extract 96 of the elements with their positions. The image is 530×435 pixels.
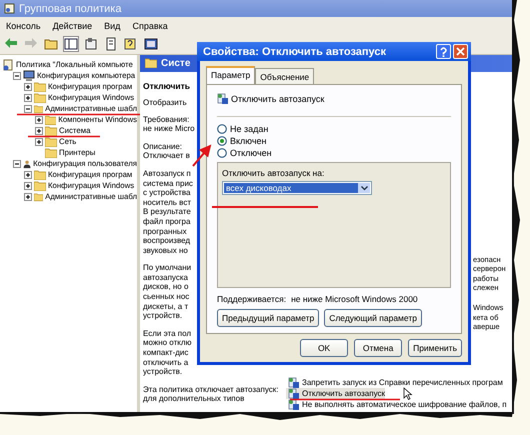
- description-line: В результате: [143, 207, 191, 217]
- radio-option[interactable]: Отключен: [217, 147, 451, 159]
- expand-toggle[interactable]: [35, 116, 43, 124]
- folder-icon: [145, 58, 157, 68]
- group-label: Отключить автозапуск на:: [222, 168, 324, 178]
- policy-icon: [288, 399, 299, 410]
- description-line: устройств.: [143, 367, 182, 377]
- expand-toggle[interactable]: [24, 182, 32, 190]
- help-icon: [439, 46, 448, 56]
- radio-option[interactable]: Включен: [217, 135, 451, 147]
- description-line: для дополнительных типов: [143, 394, 244, 404]
- menu-item[interactable]: Консоль: [6, 20, 41, 30]
- policy-item[interactable]: Отключить автозапуск: [286, 388, 385, 399]
- nav-button[interactable]: Предыдущий параметр: [217, 309, 320, 327]
- cursor-icon: [404, 387, 412, 400]
- folder-icon: [34, 192, 44, 202]
- policy-icon: [217, 93, 228, 104]
- policy-label: Отключить автозапуск: [302, 389, 385, 398]
- folder-icon: [34, 180, 46, 190]
- folder-icon: [34, 82, 46, 92]
- supported-value: не ниже Microsoft Windows 2000: [291, 294, 418, 304]
- description-line: Эта политика отключает автозапуск:: [143, 384, 278, 394]
- description-line: носитель вст: [143, 198, 191, 208]
- expand-toggle[interactable]: [13, 160, 21, 168]
- description-line: отключить а: [143, 358, 188, 368]
- dialog-tab[interactable]: Параметр: [206, 66, 256, 84]
- dialog-tab[interactable]: Объяснение: [255, 68, 314, 84]
- dialog-button[interactable]: OK: [300, 339, 348, 357]
- menu-item[interactable]: Справка: [132, 20, 168, 30]
- expand-toggle[interactable]: [24, 94, 32, 102]
- annotation-line: [28, 136, 100, 138]
- policy-name: Отключить автозапуск: [231, 94, 324, 104]
- description-line: система прис: [143, 178, 193, 188]
- nav-button[interactable]: Следующий параметр: [324, 309, 422, 327]
- description-line: звуковых но: [143, 246, 188, 256]
- user-icon: [23, 158, 32, 170]
- folder-icon: [45, 148, 57, 158]
- pane-title: Систе: [161, 58, 190, 69]
- expand-toggle[interactable]: [24, 170, 32, 178]
- dialog-button[interactable]: Отмена: [354, 339, 402, 357]
- policy-label: Не выполнять автоматическое шифрование файлов, п: [302, 400, 507, 409]
- help-button[interactable]: [436, 44, 451, 59]
- close-button[interactable]: [453, 44, 468, 59]
- folder-icon: [45, 136, 57, 146]
- description-line: компакт-дис: [143, 348, 188, 358]
- toolbar-button[interactable]: [143, 36, 159, 52]
- description-line: Отключает в: [143, 151, 190, 161]
- computer-icon: [23, 70, 35, 82]
- dialog-title: Свойства: Отключить автозапуск: [203, 46, 388, 58]
- expand-toggle[interactable]: [35, 126, 43, 134]
- expand-toggle[interactable]: [35, 138, 43, 146]
- policy-icon: [288, 377, 299, 388]
- dialog-button[interactable]: Применить: [408, 339, 462, 357]
- annotation-arrow: [192, 144, 212, 167]
- window-title: Групповая политика: [19, 2, 122, 14]
- folder-icon: [34, 170, 46, 180]
- description-line: програнных: [143, 226, 187, 236]
- app-icon: [4, 3, 15, 14]
- policy-item[interactable]: Запретить запуск из Справки перечисленных програм: [286, 377, 503, 388]
- description-line: автозапуска: [143, 272, 188, 282]
- close-icon: [456, 47, 465, 56]
- radio-option[interactable]: Не задан: [217, 123, 451, 135]
- description-title: Отключить: [143, 80, 192, 91]
- description-line: Автозапуск п: [143, 168, 191, 179]
- supported-label: Поддерживается:: [217, 294, 286, 304]
- description-line: По умолчани: [143, 263, 192, 273]
- description-line: с устройства: [143, 188, 190, 198]
- description-line: воспроизвед: [143, 236, 190, 246]
- policy-icon: [288, 388, 299, 399]
- description-line: не ниже Micro: [143, 124, 195, 134]
- toolbar-button[interactable]: [63, 36, 79, 52]
- toolbar-button[interactable]: [83, 36, 99, 52]
- folder-icon: [45, 126, 57, 136]
- description-line: Если эта пол: [143, 328, 192, 338]
- expand-toggle[interactable]: [24, 104, 32, 112]
- policy-label: Запретить запуск из Справки перечисленных програм: [302, 378, 503, 387]
- expand-toggle[interactable]: [13, 72, 21, 80]
- description-line: устройств.: [143, 311, 182, 321]
- scroll-icon: [2, 58, 14, 70]
- folder-icon: [34, 92, 46, 102]
- drive-dropdown[interactable]: всех дисководах: [222, 181, 372, 195]
- expand-toggle[interactable]: [24, 192, 32, 200]
- folder-icon: [34, 104, 44, 114]
- policy-item[interactable]: Не выполнять автоматическое шифрование файлов, п: [286, 399, 507, 410]
- description-line: можно отклю: [143, 338, 192, 348]
- description-line: файл програ: [143, 216, 190, 226]
- description-line: дискеты, а т: [143, 302, 188, 312]
- menu-item[interactable]: Действие: [52, 20, 92, 30]
- menu-item[interactable]: Вид: [104, 20, 120, 30]
- chevron-icon: [360, 186, 368, 190]
- expand-toggle[interactable]: [24, 82, 32, 90]
- description-line: Требования:: [143, 114, 190, 124]
- folder-icon: [45, 114, 56, 124]
- description-line: Описание:: [143, 142, 182, 152]
- description-line: сьенных нос: [143, 292, 190, 302]
- description-line: дисков, но о: [143, 282, 188, 292]
